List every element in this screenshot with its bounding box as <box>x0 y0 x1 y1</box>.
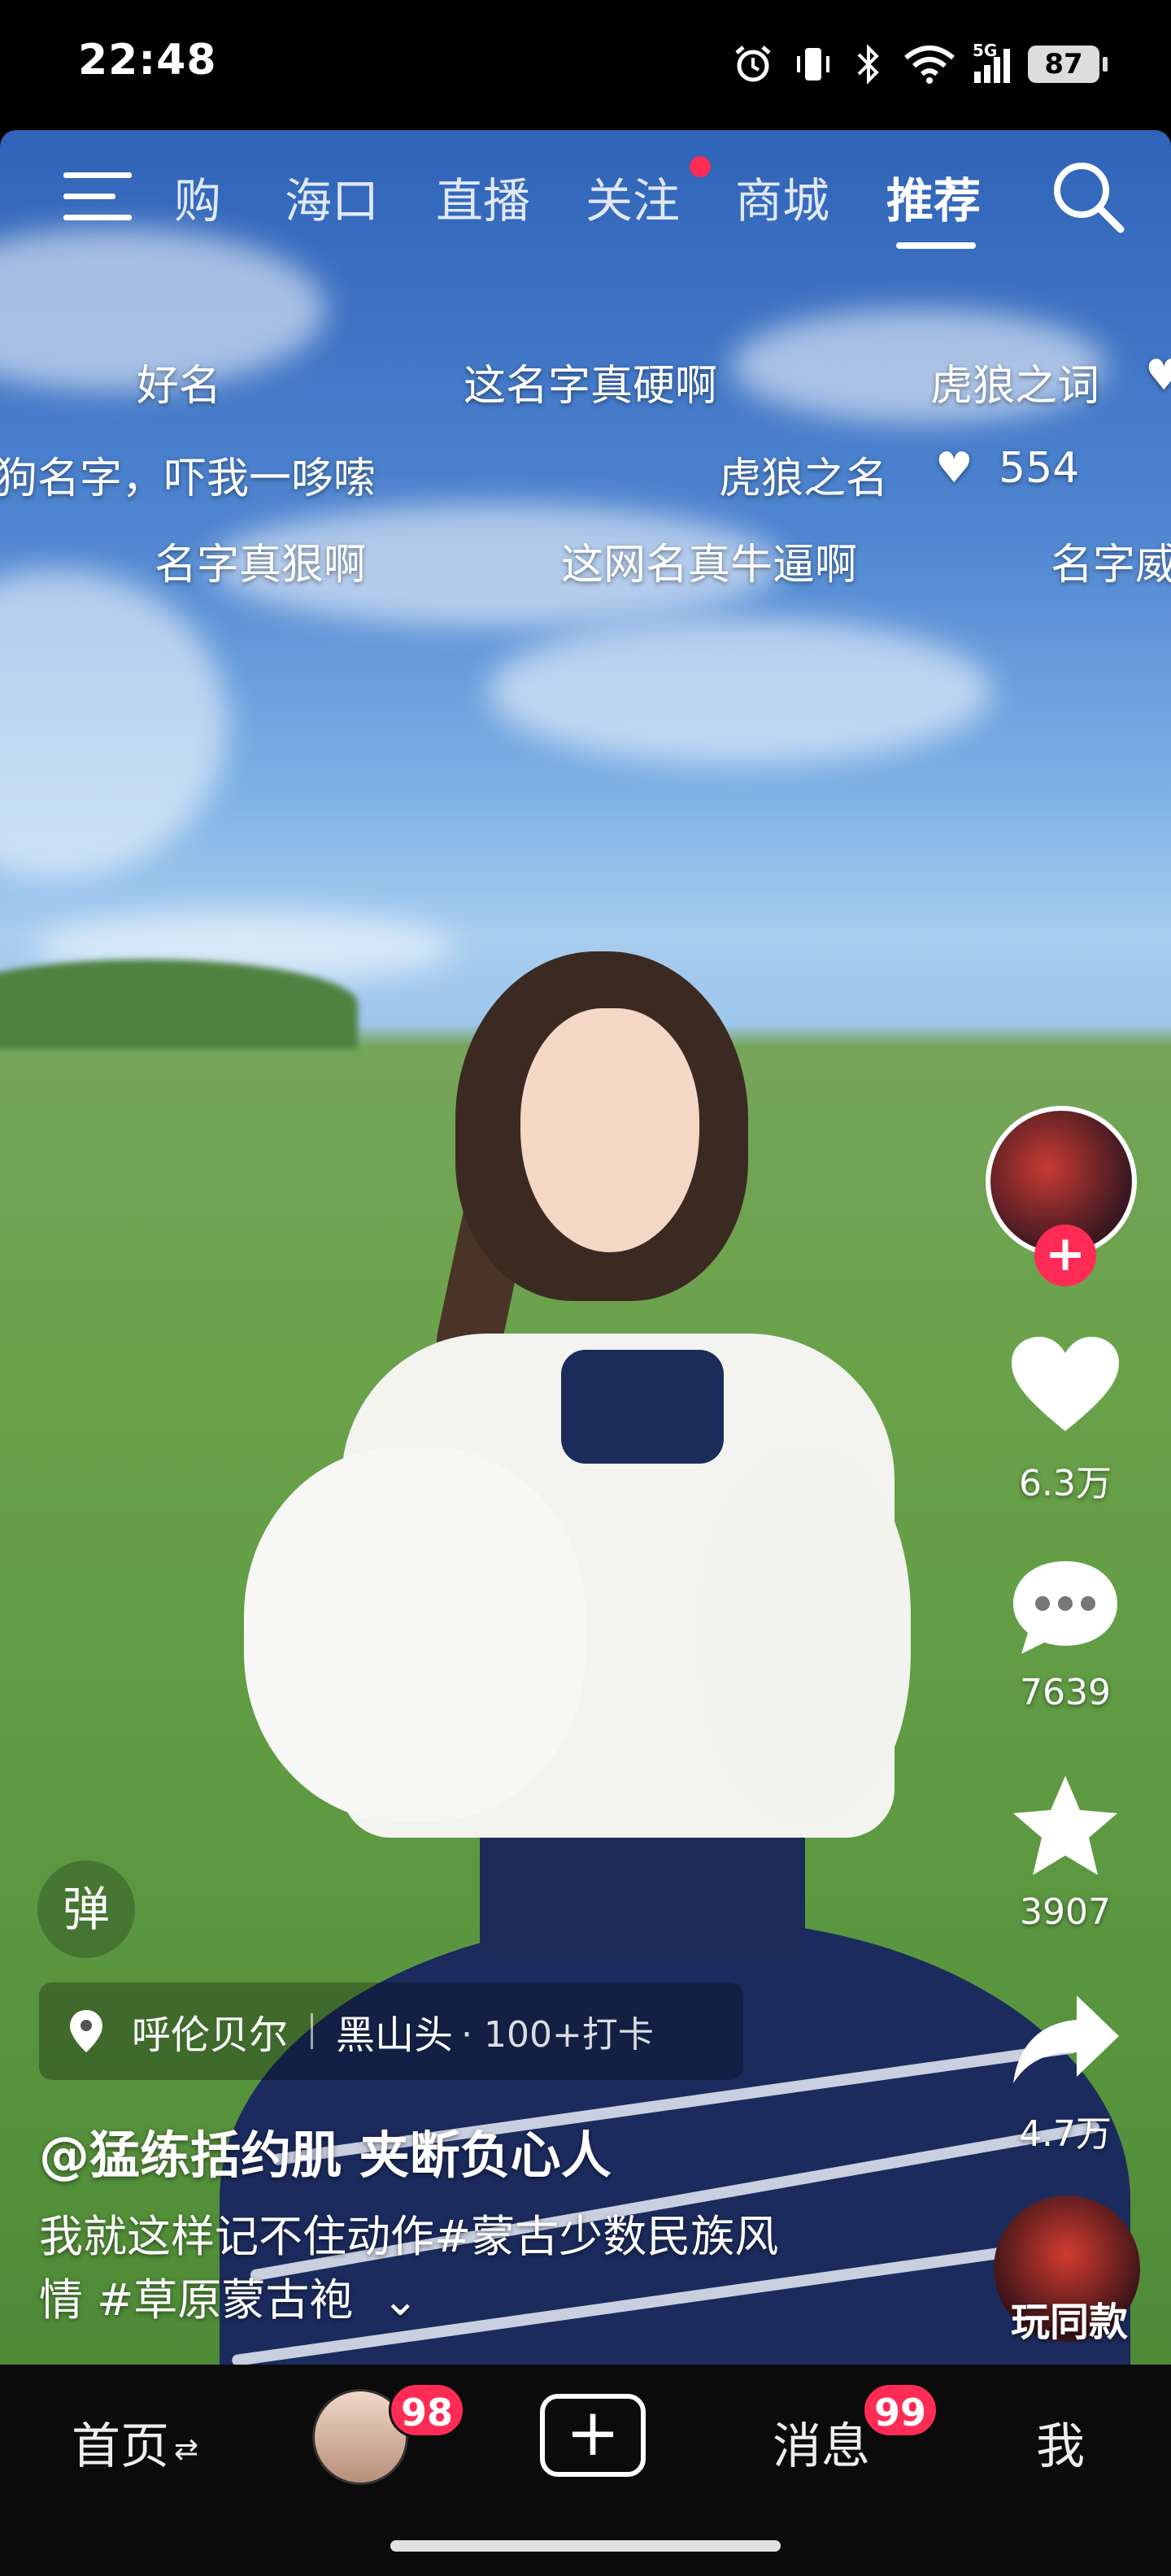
tab-shopping[interactable]: 购 <box>174 163 221 231</box>
following-notification-dot <box>690 156 711 177</box>
danmaku-comment: 这名字真硬啊 <box>464 362 718 411</box>
video-caption-line2[interactable]: 情 #草原蒙古袍 ⌄ <box>39 2264 419 2328</box>
share-arrow-icon[interactable] <box>1008 1987 1122 2093</box>
bluetooth-icon <box>857 44 879 85</box>
friends-badge: 98 <box>389 2382 466 2438</box>
vibrate-icon <box>797 48 829 80</box>
comment-icon[interactable] <box>1008 1555 1122 1660</box>
danmaku-like-count: 554 <box>999 444 1080 493</box>
network-type: 5G <box>973 41 998 60</box>
search-icon[interactable] <box>1049 158 1127 236</box>
danmaku-comment: 这网名真牛逼啊 <box>561 541 858 590</box>
favorite-star-icon[interactable] <box>1008 1773 1122 1878</box>
follow-button[interactable]: + <box>1034 1225 1096 1286</box>
tab-recommend[interactable]: 推荐 <box>886 163 981 231</box>
nav-home-label: 首页 <box>72 2418 169 2475</box>
location-pin-icon <box>70 2010 102 2052</box>
menu-icon[interactable] <box>63 168 132 224</box>
caption-text: 情 #草原蒙古袍 <box>39 2274 354 2326</box>
tab-mall[interactable]: 商城 <box>735 163 829 231</box>
messages-badge: 99 <box>862 2382 939 2438</box>
create-button[interactable]: + <box>540 2394 646 2477</box>
status-time: 22:48 <box>78 36 217 85</box>
tab-live[interactable]: 直播 <box>436 163 530 231</box>
status-icons: 5G 87 <box>732 36 1108 93</box>
nav-messages[interactable]: 消息 <box>773 2407 870 2478</box>
active-tab-underline <box>896 242 976 249</box>
danmaku-comment: 狗名字，吓我一哆嗦 <box>0 455 377 503</box>
nav-me[interactable]: 我 <box>1036 2407 1085 2478</box>
comment-count: 7639 <box>1020 1672 1111 1713</box>
danmaku-comment: 虎狼之词 <box>930 362 1100 411</box>
author-name[interactable]: @猛练括约肌 夹断负心人 <box>39 2114 612 2187</box>
battery-indicator: 87 <box>1028 46 1108 83</box>
like-heart-icon[interactable] <box>1008 1334 1122 1439</box>
danmaku-comment: 好名 <box>137 362 222 411</box>
cellular-signal-icon: 5G <box>973 41 1010 83</box>
location-divider <box>311 2013 314 2049</box>
favorite-count: 3907 <box>1020 1891 1111 1933</box>
same-style-label[interactable]: 玩同款 <box>968 2290 1171 2347</box>
tab-following[interactable]: 关注 <box>586 163 680 231</box>
location-chip[interactable]: 呼伦贝尔 黑山头 · 100+打卡 <box>39 1982 743 2080</box>
danmaku-comment: 虎狼之名 <box>719 455 889 503</box>
location-city: 呼伦贝尔 <box>132 2012 289 2058</box>
wifi-icon <box>904 46 955 84</box>
battery-level: 87 <box>1044 48 1083 80</box>
nav-home[interactable]: 首页 ⇄ <box>72 2407 198 2478</box>
danmaku-toggle-button[interactable]: 弹 <box>37 1860 135 1958</box>
share-count: 4.7万 <box>1019 2113 1112 2155</box>
expand-caption-icon[interactable]: ⌄ <box>382 2274 419 2326</box>
tab-haikou[interactable]: 海口 <box>285 163 379 231</box>
like-count: 6.3万 <box>1019 1463 1112 1504</box>
video-caption[interactable]: 我就这样记不住动作#蒙古少数民族风 <box>39 2200 778 2265</box>
switch-feed-icon: ⇄ <box>174 2432 199 2466</box>
alarm-icon <box>735 46 771 82</box>
heart-icon: ♥ <box>1145 351 1171 400</box>
home-indicator[interactable] <box>390 2540 781 2552</box>
danmaku-comment: 名字威 <box>1051 541 1171 590</box>
heart-icon: ♥ <box>935 444 973 493</box>
location-place: 黑山头 <box>336 2012 454 2058</box>
danmaku-comment: 名字真狠啊 <box>155 541 367 590</box>
location-checkins: · 100+打卡 <box>461 2014 654 2056</box>
